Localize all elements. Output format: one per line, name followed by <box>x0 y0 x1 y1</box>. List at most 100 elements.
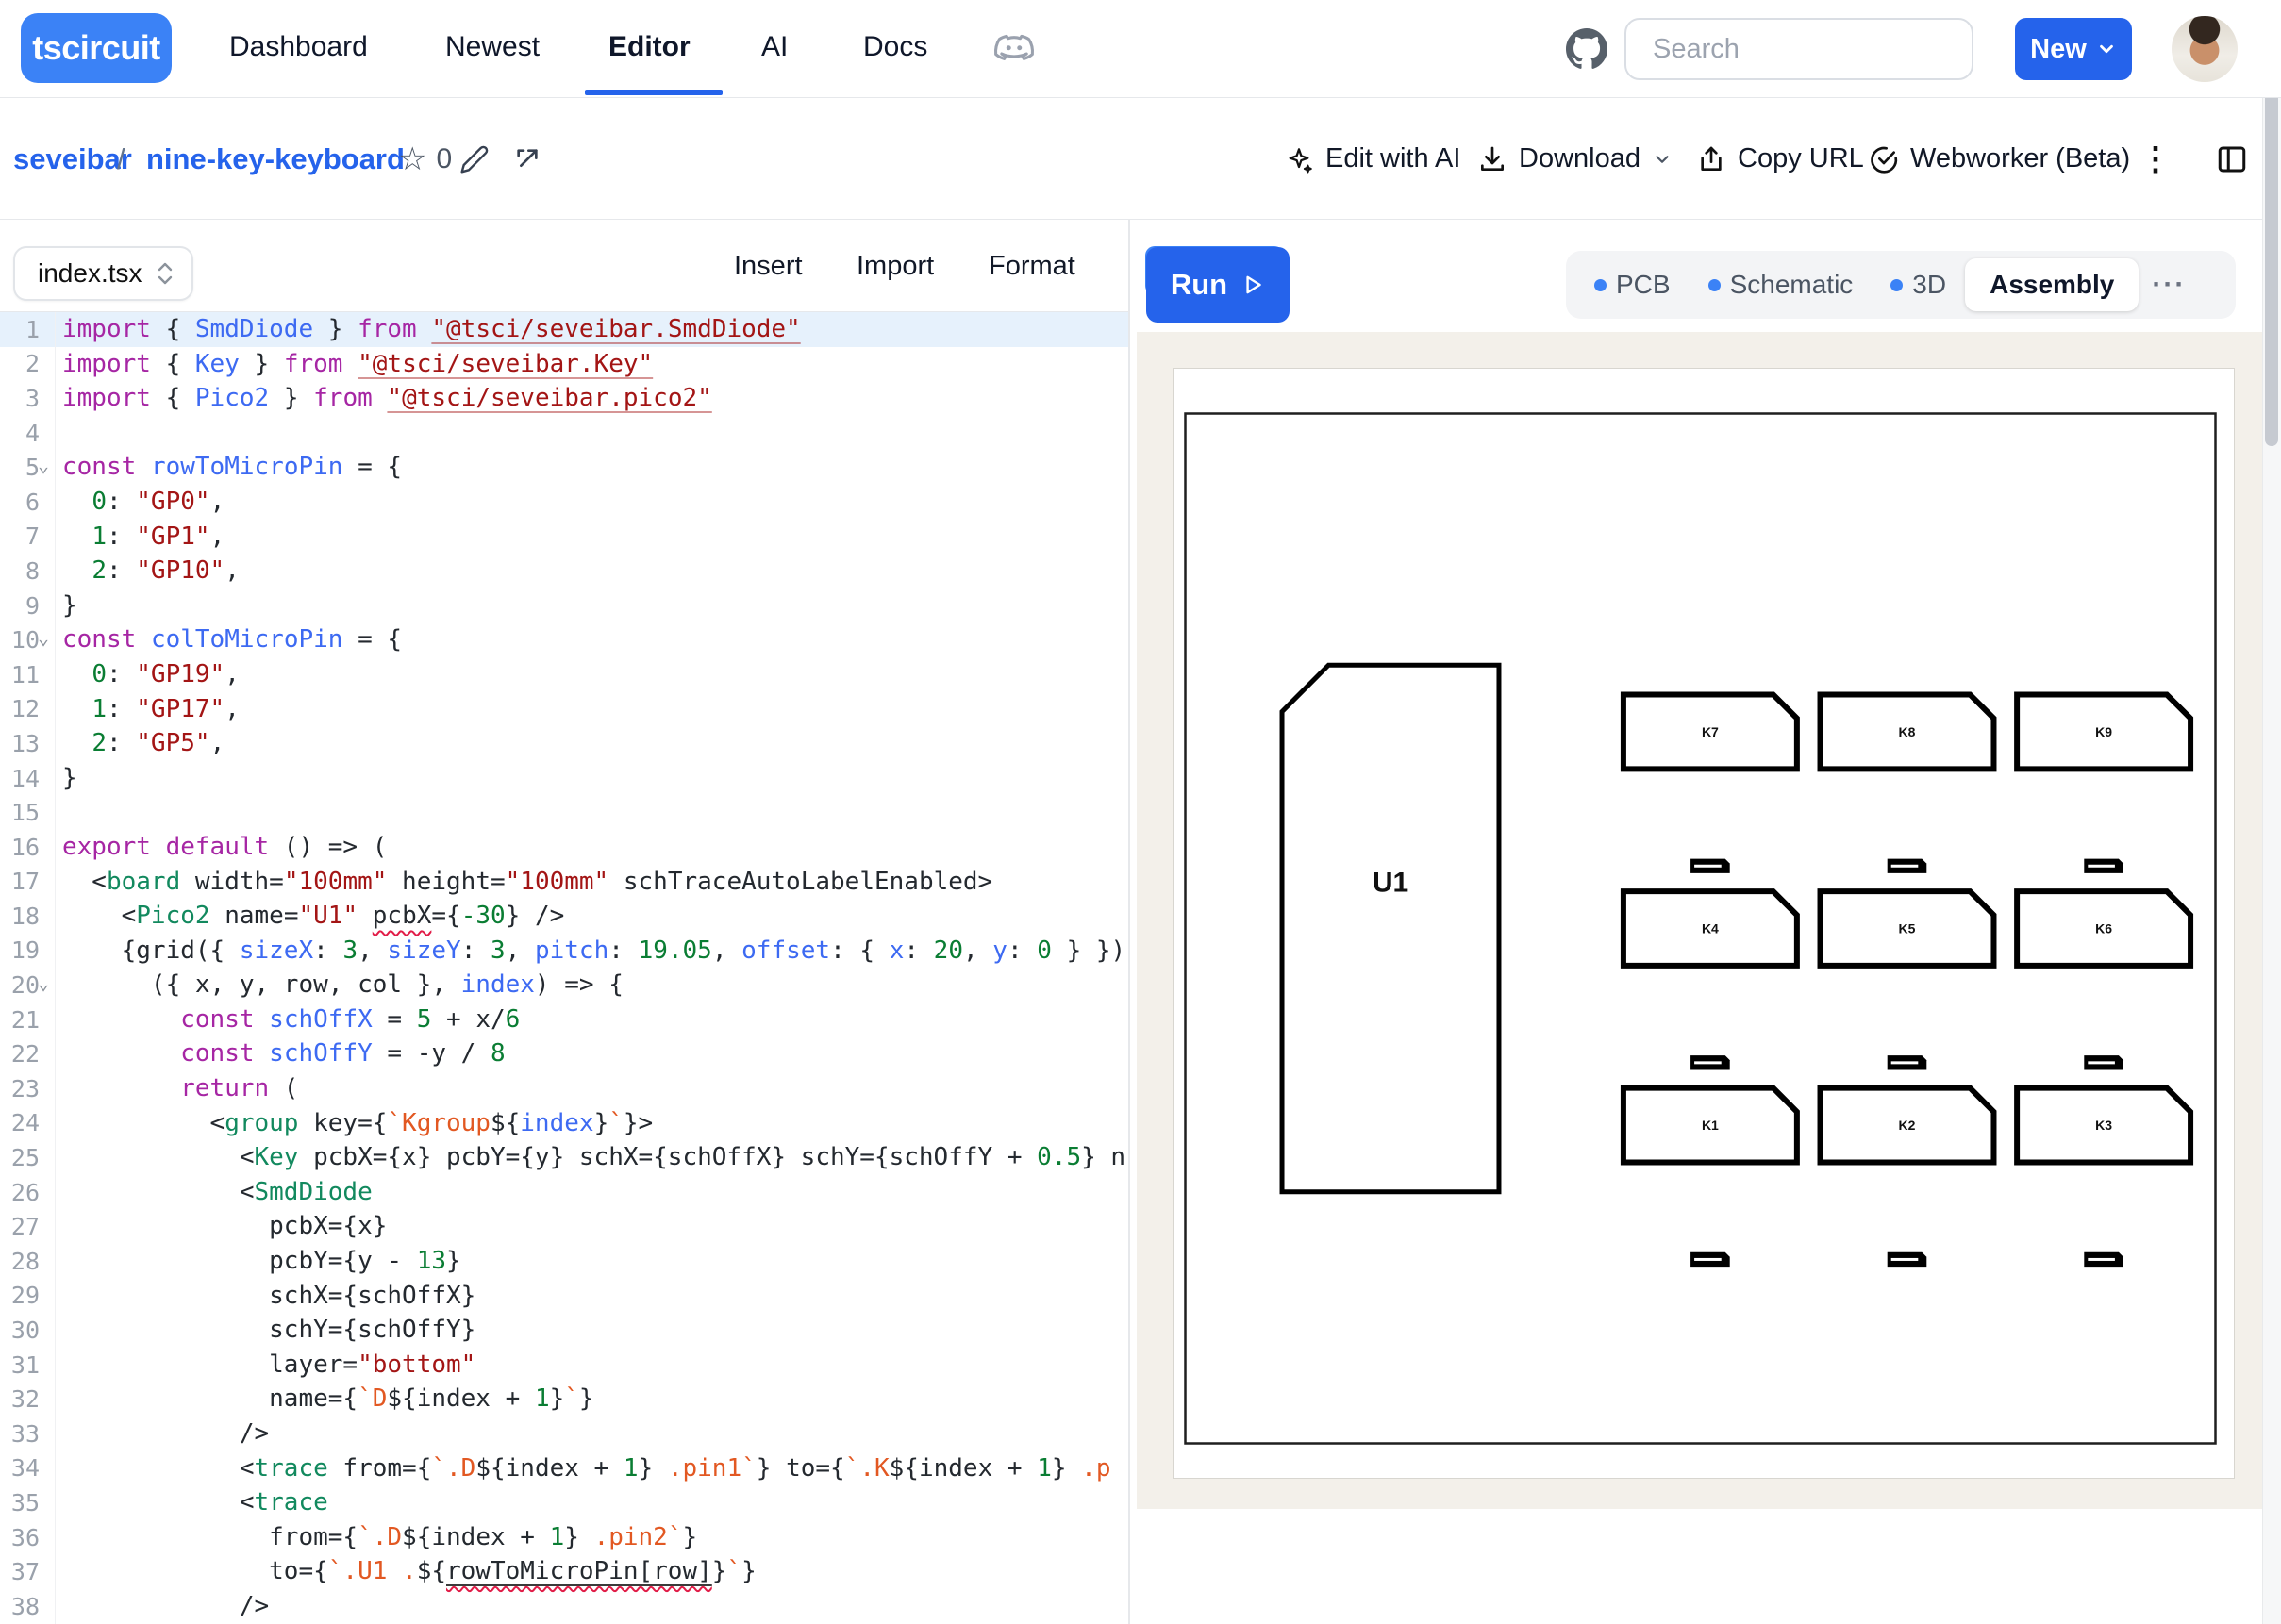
line-number[interactable]: 3 <box>0 381 55 416</box>
line-number[interactable]: 32 <box>0 1382 55 1417</box>
pane-divider[interactable] <box>1128 220 1130 1624</box>
diode-stripe <box>2088 1258 2115 1261</box>
key-label-K6: K6 <box>2095 921 2112 936</box>
nav-item-editor[interactable]: Editor <box>608 0 691 93</box>
star-button[interactable]: ☆ 0 <box>398 98 452 220</box>
brand-label: tscircuit <box>32 28 160 68</box>
line-number[interactable]: 35 <box>0 1485 55 1520</box>
diode-stripe <box>1694 1061 1722 1064</box>
code-text: 0: "GP19", <box>55 657 240 692</box>
line-number[interactable]: 27 <box>0 1209 55 1244</box>
breadcrumb-project[interactable]: nine-key-keyboard <box>146 98 405 220</box>
webworker-toggle[interactable]: Webworker (Beta) <box>1869 98 2130 220</box>
line-number[interactable]: 25 <box>0 1140 55 1175</box>
code-line-36: 36 from={`.D${index + 1} .pin2`} <box>0 1520 1128 1555</box>
line-number[interactable]: 29 <box>0 1279 55 1314</box>
line-number[interactable]: 23 <box>0 1071 55 1106</box>
nav-item-dashboard[interactable]: Dashboard <box>229 0 368 93</box>
brand-logo[interactable]: tscircuit <box>21 13 172 83</box>
tabs-more-button[interactable]: ··· <box>2144 269 2193 301</box>
edit-with-ai-button[interactable]: Edit with AI <box>1284 98 1460 220</box>
line-number[interactable]: 12 <box>0 692 55 727</box>
run-button[interactable]: Run <box>1146 247 1290 323</box>
line-number[interactable]: 6 <box>0 485 55 520</box>
code-text: import { Key } from "@tsci/seveibar.Key" <box>55 347 653 382</box>
line-number[interactable]: 33 <box>0 1417 55 1451</box>
discord-icon[interactable] <box>992 28 1036 72</box>
new-button[interactable]: New <box>2015 18 2132 80</box>
code-text: /> <box>55 1417 269 1451</box>
line-number[interactable]: 34 <box>0 1451 55 1486</box>
code-text: schX={schOffX} <box>55 1279 475 1314</box>
line-number[interactable]: 5⌄ <box>0 450 55 485</box>
line-number[interactable]: 22 <box>0 1036 55 1071</box>
tab-schematic[interactable]: Schematic <box>1690 251 1873 319</box>
line-number[interactable]: 28 <box>0 1244 55 1279</box>
line-number[interactable]: 19 <box>0 934 55 969</box>
menu-format[interactable]: Format <box>989 220 1075 312</box>
code-line-8: 8 2: "GP10", <box>0 554 1128 588</box>
assembly-canvas[interactable]: U1K7K8K9K4K5K6K1K2K3 <box>1137 332 2262 1509</box>
tab-assembly[interactable]: Assembly <box>1965 258 2139 311</box>
line-number[interactable]: 13 <box>0 726 55 761</box>
key-label-K7: K7 <box>1702 724 1719 739</box>
line-number[interactable]: 14 <box>0 761 55 796</box>
avatar[interactable] <box>2172 16 2238 82</box>
line-number[interactable]: 1 <box>0 312 55 347</box>
line-number[interactable]: 24 <box>0 1106 55 1141</box>
code-line-4: 4 <box>0 416 1128 451</box>
line-number[interactable]: 2 <box>0 347 55 382</box>
fold-chevron-icon[interactable]: ⌄ <box>38 454 49 476</box>
search-input[interactable] <box>1624 18 1973 80</box>
line-number[interactable]: 16 <box>0 830 55 865</box>
line-number[interactable]: 21 <box>0 1003 55 1037</box>
line-number[interactable]: 17 <box>0 865 55 900</box>
line-number[interactable]: 26 <box>0 1175 55 1210</box>
nav-item-newest[interactable]: Newest <box>445 0 540 93</box>
line-number[interactable]: 37 <box>0 1554 55 1589</box>
line-number[interactable]: 20⌄ <box>0 968 55 1003</box>
tab-dot-icon <box>1594 279 1607 291</box>
download-button[interactable]: Download <box>1477 98 1673 220</box>
tab-label: 3D <box>1912 270 1946 300</box>
code-line-7: 7 1: "GP1", <box>0 520 1128 555</box>
line-number[interactable]: 31 <box>0 1348 55 1383</box>
code-editor[interactable]: 1import { SmdDiode } from "@tsci/seveiba… <box>0 312 1128 1624</box>
line-number[interactable]: 8 <box>0 554 55 588</box>
nav-item-docs[interactable]: Docs <box>863 0 927 93</box>
view-tabs: PCBSchematic 3D Assembly··· <box>1566 251 2236 319</box>
open-in-new-button[interactable] <box>512 98 542 220</box>
file-selector[interactable]: index.tsx <box>13 246 193 301</box>
line-number[interactable]: 4 <box>0 416 55 451</box>
line-number[interactable]: 15 <box>0 795 55 830</box>
toolbar-more-button[interactable]: ⋮ <box>2139 98 2172 220</box>
line-number[interactable]: 38 <box>0 1589 55 1624</box>
assembly-svg[interactable]: U1K7K8K9K4K5K6K1K2K3 <box>1184 412 2217 1445</box>
diode-stripe <box>1694 1258 1722 1261</box>
line-number[interactable]: 18 <box>0 899 55 934</box>
fold-chevron-icon[interactable]: ⌄ <box>38 626 49 649</box>
copy-url-button[interactable]: Copy URL <box>1696 98 1864 220</box>
code-line-29: 29 schX={schOffX} <box>0 1279 1128 1314</box>
line-number[interactable]: 36 <box>0 1520 55 1555</box>
open-in-new-icon <box>512 144 542 174</box>
code-text: 1: "GP1", <box>55 520 225 555</box>
breadcrumb-owner[interactable]: seveibar <box>13 98 132 220</box>
line-number[interactable]: 7 <box>0 520 55 555</box>
nav-item-ai[interactable]: AI <box>761 0 788 93</box>
github-icon[interactable] <box>1566 28 1607 70</box>
line-number[interactable]: 30 <box>0 1313 55 1348</box>
code-line-12: 12 1: "GP17", <box>0 692 1128 727</box>
tab-pcb[interactable]: PCB <box>1575 251 1690 319</box>
panel-toggle-button[interactable] <box>2215 98 2249 220</box>
code-text: } <box>55 761 77 796</box>
fold-chevron-icon[interactable]: ⌄ <box>38 971 49 994</box>
menu-insert[interactable]: Insert <box>734 220 803 312</box>
menu-import[interactable]: Import <box>857 220 934 312</box>
tab-3d[interactable]: 3D <box>1872 251 1965 319</box>
code-line-18: 18 <Pico2 name="U1" pcbX={-30} /> <box>0 899 1128 934</box>
line-number[interactable]: 11 <box>0 657 55 692</box>
rename-button[interactable] <box>459 98 490 220</box>
line-number[interactable]: 9 <box>0 588 55 623</box>
line-number[interactable]: 10⌄ <box>0 622 55 657</box>
